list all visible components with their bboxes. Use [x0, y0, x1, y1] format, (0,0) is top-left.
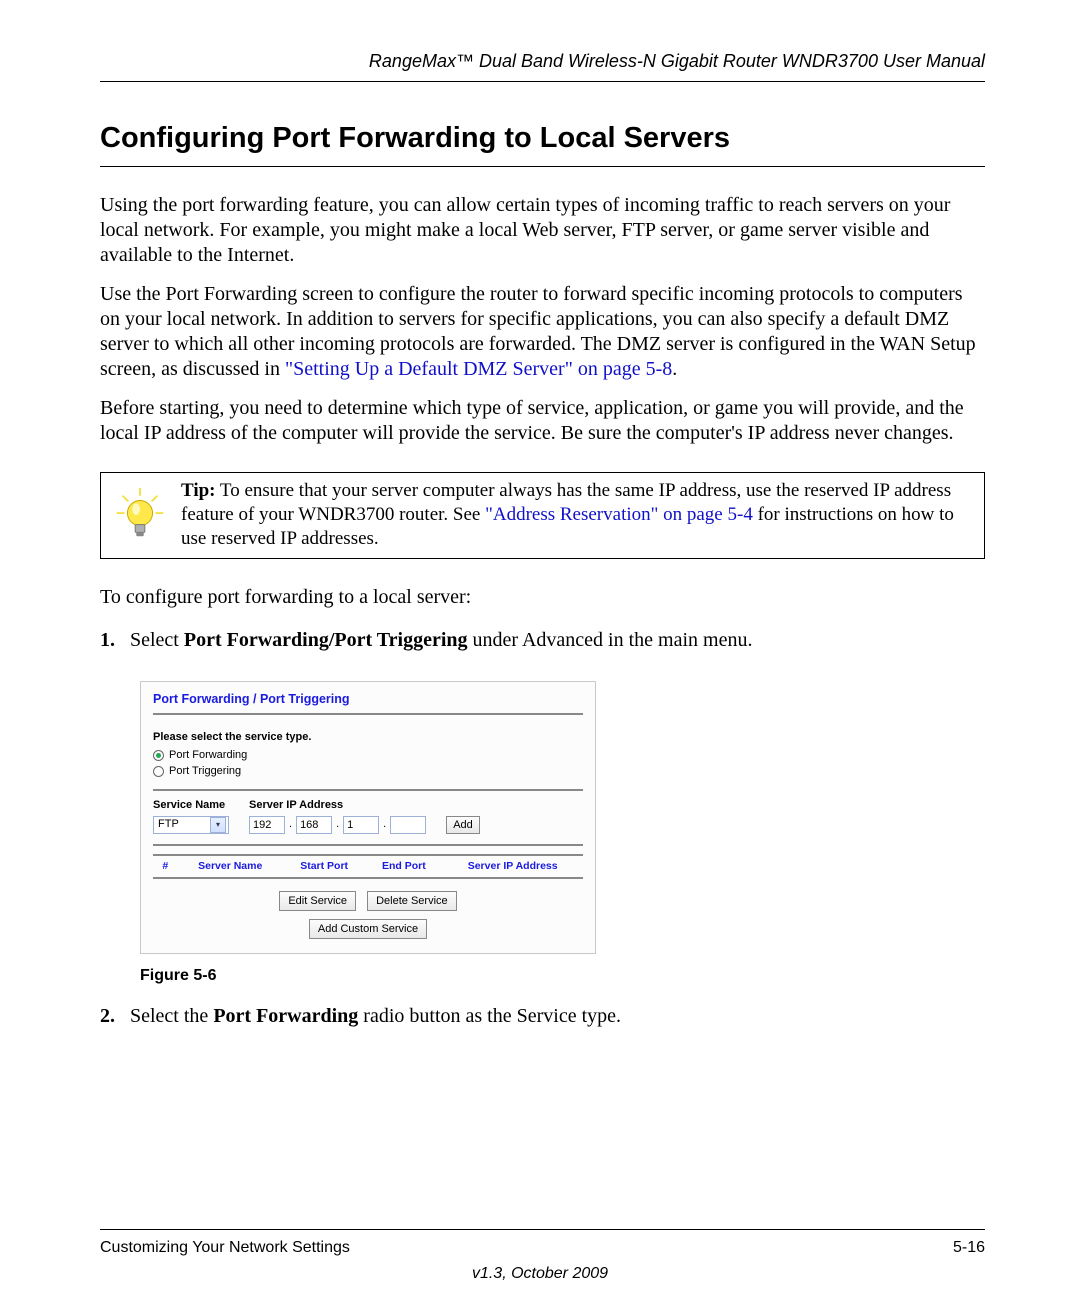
figure: Port Forwarding / Port Triggering Please… [140, 681, 985, 955]
panel-title: Port Forwarding / Port Triggering [153, 692, 583, 716]
paragraph-text: . [672, 358, 677, 380]
dropdown-value: FTP [158, 818, 179, 832]
footer-version: v1.3, October 2009 [0, 1264, 1080, 1284]
radio-label: Port Forwarding [169, 749, 247, 763]
step-post: under Advanced in the main menu. [468, 629, 753, 651]
radio-icon [153, 766, 164, 777]
link-dmz-server[interactable]: "Setting Up a Default DMZ Server" on pag… [285, 358, 672, 380]
step-bold: Port Forwarding/Port Triggering [184, 629, 468, 651]
col-server-ip: Server IP Address [442, 855, 583, 878]
step-text: Select the Port Forwarding radio button … [130, 1004, 985, 1029]
ip-octet-4[interactable] [390, 816, 426, 834]
ip-octet-1[interactable]: 192 [249, 816, 285, 834]
ip-octet-2[interactable]: 168 [296, 816, 332, 834]
radio-port-triggering[interactable]: Port Triggering [153, 765, 583, 779]
step-pre: Select the [130, 1005, 213, 1027]
paragraph: To configure port forwarding to a local … [100, 585, 985, 610]
footer-page: 5-16 [953, 1238, 985, 1258]
step-post: radio button as the Service type. [358, 1005, 621, 1027]
tip-prefix: Tip: [181, 480, 216, 501]
dot: . [382, 818, 387, 832]
section-heading: Configuring Port Forwarding to Local Ser… [100, 120, 985, 167]
paragraph: Before starting, you need to determine w… [100, 396, 985, 446]
dot: . [288, 818, 293, 832]
col-start-port: Start Port [283, 855, 366, 878]
ip-octet-3[interactable]: 1 [343, 816, 379, 834]
page-header: RangeMax™ Dual Band Wireless-N Gigabit R… [100, 50, 985, 82]
radio-icon [153, 750, 164, 761]
link-address-reservation[interactable]: "Address Reservation" on page 5-4 [485, 504, 753, 525]
col-server-name: Server Name [178, 855, 283, 878]
col-index: # [153, 855, 178, 878]
dot: . [335, 818, 340, 832]
lightbulb-icon [111, 486, 169, 544]
service-type-label: Please select the service type. [153, 731, 583, 745]
step-number: 2. [100, 1004, 130, 1029]
forwarding-table: # Server Name Start Port End Port Server… [153, 854, 583, 879]
paragraph: Use the Port Forwarding screen to config… [100, 282, 985, 382]
edit-service-button[interactable]: Edit Service [279, 891, 356, 911]
step-pre: Select [130, 629, 184, 651]
figure-caption: Figure 5-6 [140, 966, 985, 986]
delete-service-button[interactable]: Delete Service [367, 891, 457, 911]
col-end-port: End Port [365, 855, 442, 878]
add-custom-service-button[interactable]: Add Custom Service [309, 919, 427, 939]
step-bold: Port Forwarding [213, 1005, 358, 1027]
step-text: Select Port Forwarding/Port Triggering u… [130, 628, 985, 653]
server-ip-label: Server IP Address [249, 799, 426, 813]
radio-port-forwarding[interactable]: Port Forwarding [153, 749, 583, 763]
paragraph: Using the port forwarding feature, you c… [100, 193, 985, 268]
service-name-dropdown[interactable]: FTP ▾ [153, 816, 229, 834]
service-name-label: Service Name [153, 799, 229, 813]
step-number: 1. [100, 628, 130, 653]
router-panel: Port Forwarding / Port Triggering Please… [140, 681, 596, 955]
add-button[interactable]: Add [446, 816, 480, 834]
radio-label: Port Triggering [169, 765, 241, 779]
tip-box: Tip: To ensure that your server computer… [100, 472, 985, 559]
chevron-down-icon: ▾ [210, 817, 226, 833]
tip-text: Tip: To ensure that your server computer… [181, 479, 974, 552]
footer-chapter: Customizing Your Network Settings [100, 1238, 350, 1258]
